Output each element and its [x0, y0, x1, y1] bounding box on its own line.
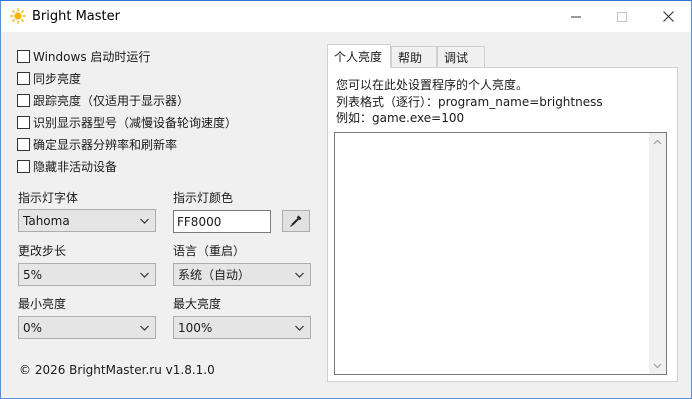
option-autostart[interactable]: Windows 启动时运行: [17, 47, 150, 65]
sun-icon: [10, 8, 26, 24]
description-line: 您可以在此处设置程序的个人亮度。: [336, 78, 529, 92]
option-track-brightness[interactable]: 跟踪亮度（仅适用于显示器）: [17, 91, 189, 109]
checkbox[interactable]: [17, 137, 30, 151]
min-brightness-label: 最小亮度: [18, 297, 67, 311]
maximize-icon: [617, 11, 627, 22]
option-detect-model[interactable]: 识别显示器型号（减慢设备轮询速度）: [17, 113, 237, 131]
vertical-scrollbar[interactable]: [649, 133, 666, 374]
color-picker-button[interactable]: [282, 210, 310, 232]
maximize-button[interactable]: [599, 1, 645, 32]
option-resolution-refresh[interactable]: 确定显示器分辨率和刷新率: [17, 135, 177, 153]
tab-label: 帮助: [398, 50, 423, 65]
option-label: 同步亮度: [33, 71, 82, 86]
option-label: 确定显示器分辨率和刷新率: [33, 137, 178, 152]
option-label: Windows 启动时运行: [33, 49, 151, 64]
select-value: Tahoma: [23, 213, 70, 228]
indicator-color-input[interactable]: FF8000: [173, 210, 271, 233]
program-brightness-list[interactable]: [334, 132, 667, 375]
chevron-down-icon: [295, 325, 304, 331]
scroll-down-button[interactable]: [649, 357, 666, 374]
language-label: 语言（重启）: [173, 244, 246, 258]
close-icon: [662, 11, 674, 22]
tab-debug[interactable]: 调试: [437, 46, 485, 67]
title-bar: Bright Master: [1, 1, 691, 32]
indicator-font-label: 指示灯字体: [18, 191, 79, 205]
option-hide-inactive[interactable]: 隐藏非活动设备: [17, 157, 117, 175]
format-line: 列表格式（逐行）：program_name=brightness: [336, 95, 603, 109]
chevron-down-icon: [295, 272, 304, 278]
min-brightness-select[interactable]: 0%: [18, 316, 156, 339]
window-title: Bright Master: [32, 9, 120, 24]
indicator-font-select[interactable]: Tahoma: [18, 209, 156, 232]
close-button[interactable]: [645, 1, 691, 32]
max-brightness-label: 最大亮度: [173, 297, 222, 311]
eyedropper-icon: [290, 215, 302, 227]
version-footer: © 2026 BrightMaster.ru v1.8.1.0: [19, 363, 215, 377]
chevron-down-icon: [140, 325, 149, 331]
scroll-up-button[interactable]: [649, 133, 666, 150]
minimize-icon: [571, 16, 581, 17]
step-label: 更改步长: [18, 244, 67, 258]
option-label: 跟踪亮度（仅适用于显示器）: [33, 93, 190, 108]
input-value: FF8000: [177, 214, 222, 229]
checkbox[interactable]: [17, 93, 30, 107]
minimize-button[interactable]: [553, 1, 599, 32]
tab-label: 个人亮度: [334, 50, 383, 64]
checkbox[interactable]: [17, 71, 30, 85]
option-label: 隐藏非活动设备: [33, 159, 118, 174]
checkbox[interactable]: [17, 159, 30, 173]
step-select[interactable]: 5%: [18, 263, 156, 286]
tab-label: 调试: [444, 50, 469, 65]
indicator-color-label: 指示灯颜色: [173, 191, 234, 205]
checkbox[interactable]: [17, 115, 30, 129]
select-value: 100%: [178, 320, 213, 335]
chevron-up-icon: [653, 139, 662, 144]
tab-help[interactable]: 帮助: [391, 46, 437, 67]
language-select[interactable]: 系统（自动）: [173, 263, 311, 286]
app-window: Bright Master Windows 启动时运行 同步亮度 跟踪亮度（仅适…: [0, 0, 692, 399]
select-value: 5%: [23, 267, 43, 282]
personal-brightness-panel: 您可以在此处设置程序的个人亮度。 列表格式（逐行）：program_name=b…: [327, 67, 678, 382]
example-line: 例如：game.exe=100: [336, 111, 465, 125]
option-label: 识别显示器型号（减慢设备轮询速度）: [33, 115, 238, 130]
chevron-down-icon: [140, 272, 149, 278]
select-value: 系统（自动）: [178, 268, 251, 282]
option-sync-brightness[interactable]: 同步亮度: [17, 69, 81, 87]
checkbox[interactable]: [17, 49, 30, 63]
tab-personal-brightness[interactable]: 个人亮度: [327, 44, 391, 68]
select-value: 0%: [23, 320, 43, 335]
chevron-down-icon: [140, 218, 149, 224]
max-brightness-select[interactable]: 100%: [173, 316, 311, 339]
chevron-down-icon: [653, 363, 662, 368]
